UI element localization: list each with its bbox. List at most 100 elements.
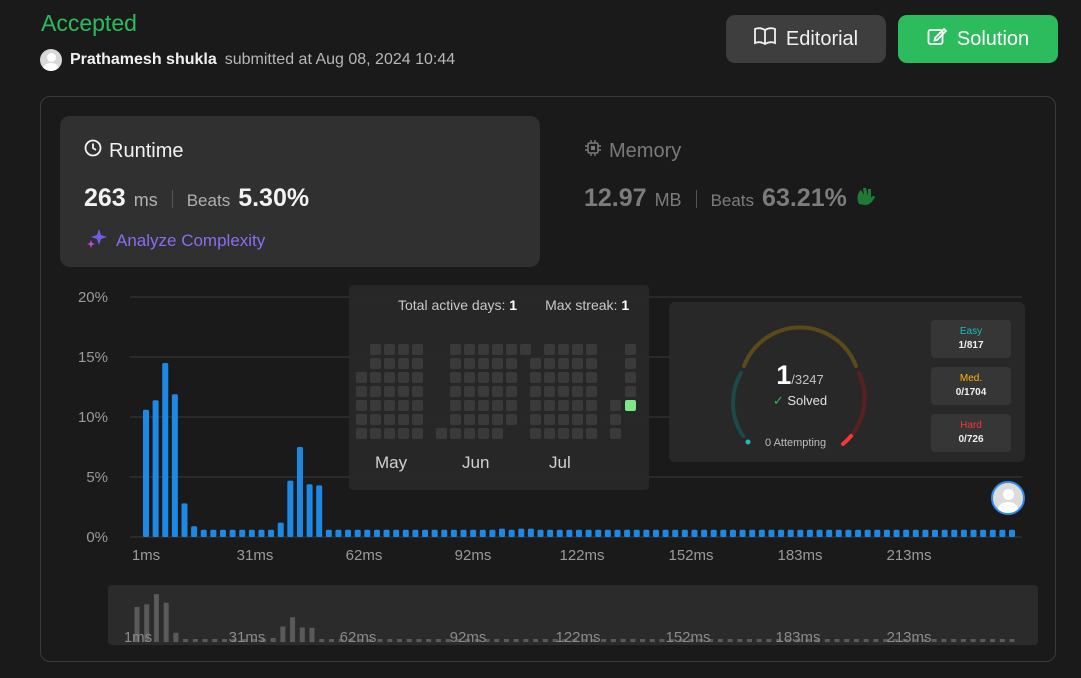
calendar-day <box>520 344 531 355</box>
minimap-bar <box>766 639 772 642</box>
bar <box>652 529 659 537</box>
calendar-day <box>384 400 395 411</box>
minimap-bars[interactable]: 1ms 31ms 62ms 92ms 122ms 152ms 183ms 213ms <box>108 585 1038 645</box>
minimap-bar <box>756 639 762 642</box>
bar <box>758 529 765 537</box>
calendar-day <box>558 344 569 355</box>
easy-label: Easy <box>959 326 983 337</box>
bar <box>422 529 429 537</box>
calendar-day-active <box>625 400 636 411</box>
calendar-day <box>530 414 541 425</box>
bar <box>296 447 303 537</box>
calendar-day <box>586 372 597 383</box>
x-tick-label: 62ms <box>346 547 383 564</box>
bar <box>450 529 457 537</box>
bar <box>816 529 823 537</box>
bar <box>604 529 611 537</box>
bar <box>412 529 419 537</box>
bar <box>912 529 919 537</box>
bar <box>479 529 486 537</box>
calendar-day <box>412 428 423 439</box>
bar <box>710 529 717 537</box>
easy-stat: Easy 1/817 <box>931 320 1011 358</box>
bar <box>393 529 400 537</box>
minimap-bar <box>951 639 957 642</box>
minimap-tick-label: 122ms <box>555 629 600 645</box>
bar <box>999 529 1006 537</box>
calendar-day <box>530 358 541 369</box>
minimap-bar <box>494 639 500 642</box>
bar <box>268 529 275 537</box>
calendar-day <box>478 414 489 425</box>
bar <box>806 529 813 537</box>
bar <box>508 529 515 537</box>
bar <box>239 529 246 537</box>
minimap-bar <box>824 639 830 642</box>
calendar-day <box>450 386 461 397</box>
calendar-day <box>464 428 475 439</box>
calendar-day <box>492 386 503 397</box>
calendar-day <box>544 428 555 439</box>
x-tick-label: 1ms <box>132 547 160 564</box>
calendar-summary: Total active days: 1 Max streak: 1 <box>398 297 629 313</box>
calendar-day <box>478 372 489 383</box>
calendar-day <box>586 428 597 439</box>
calendar-day <box>544 400 555 411</box>
calendar-day <box>625 386 636 397</box>
minimap-bar <box>328 639 334 642</box>
minimap-bar <box>426 639 432 642</box>
calendar-day <box>492 358 503 369</box>
calendar-day <box>572 344 583 355</box>
calendar-day <box>544 386 555 397</box>
calendar-day <box>384 414 395 425</box>
calendar-day <box>412 358 423 369</box>
bar <box>643 529 650 537</box>
bar <box>672 529 679 537</box>
minimap-bar <box>960 639 966 642</box>
calendar-day <box>370 414 381 425</box>
calendar-day <box>412 372 423 383</box>
minimap-bar <box>503 639 509 642</box>
minimap-bar <box>941 639 947 642</box>
calendar-day <box>492 344 503 355</box>
calendar-day <box>492 414 503 425</box>
calendar-day <box>530 386 541 397</box>
bar <box>499 528 506 537</box>
bar <box>874 529 881 537</box>
bar <box>547 529 554 537</box>
minimap-bar <box>533 639 539 642</box>
calendar-day <box>398 414 409 425</box>
minimap-tick-label: 183ms <box>775 629 820 645</box>
bar <box>778 529 785 537</box>
minimap-bar <box>299 627 305 642</box>
calendar-day <box>450 372 461 383</box>
your-position-avatar[interactable] <box>991 481 1025 515</box>
minimap-bar <box>192 639 198 642</box>
calendar-day <box>492 400 503 411</box>
bar <box>1009 529 1015 537</box>
calendar-day <box>625 358 636 369</box>
calendar-day <box>492 428 503 439</box>
minimap-bar <box>406 639 412 642</box>
solved-total: /3247 <box>791 372 824 387</box>
minimap-bar <box>610 639 616 642</box>
calendar-day <box>558 428 569 439</box>
minimap-tick-label: 62ms <box>340 629 377 645</box>
solved-label: Solved <box>787 393 828 408</box>
bar <box>797 529 804 537</box>
minimap-bar <box>990 639 996 642</box>
max-streak: Max streak: 1 <box>545 297 630 313</box>
calendar-heatmap <box>356 344 636 439</box>
calendar-day <box>370 358 381 369</box>
minimap-bar <box>717 639 723 642</box>
minimap-bar <box>863 639 869 642</box>
bar <box>537 529 544 537</box>
bar <box>171 394 178 537</box>
calendar-day <box>478 344 489 355</box>
calendar-day <box>572 428 583 439</box>
calendar-day <box>450 400 461 411</box>
bar <box>576 529 582 537</box>
calendar-day <box>412 400 423 411</box>
calendar-day <box>625 344 636 355</box>
calendar-day <box>558 400 569 411</box>
